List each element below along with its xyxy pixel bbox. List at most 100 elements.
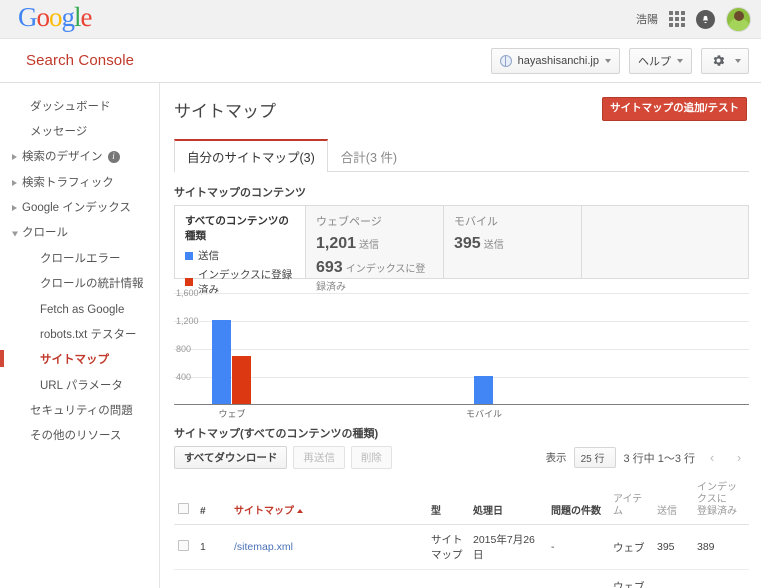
- legend-title: すべてのコンテンツの種類: [185, 215, 289, 242]
- chart-x-tick-0: ウェブ: [218, 409, 246, 419]
- row-sitemap-link[interactable]: /sitemap_m.xml: [230, 569, 427, 588]
- column-header-label: #: [200, 506, 206, 517]
- google-logo[interactable]: Google: [18, 4, 92, 34]
- row-number-text: 1: [200, 541, 206, 553]
- page-brand[interactable]: Search Console: [26, 52, 134, 69]
- row-issues: -: [547, 569, 609, 588]
- summary-cell-head: モバイル: [454, 216, 498, 228]
- tab-0[interactable]: 自分のサイトマップ(3): [174, 139, 328, 172]
- sitemap-bar-chart: 400 800 1,200 1,600 ウェブ モバイル: [174, 288, 749, 419]
- row-date: 2015年7月26日: [469, 524, 547, 570]
- chart-gridline-2: [174, 321, 749, 322]
- google-logo-letter-2: o: [49, 2, 62, 32]
- chevron-down-icon[interactable]: [12, 231, 18, 237]
- row-indexed: 389: [693, 524, 749, 570]
- column-header-sitemap[interactable]: サイトマップ: [230, 477, 427, 525]
- column-header-label: 処理日: [473, 506, 503, 517]
- sidebar-item-label: robots.txt テスター: [40, 328, 137, 341]
- column-header-issues[interactable]: 問題の件数: [547, 477, 609, 525]
- column-header-date[interactable]: 処理日: [469, 477, 547, 525]
- table-head: # サイトマップ 型 処理日 問題の件数 アイテム 送信 インデックスに 登録済み: [174, 477, 749, 525]
- settings-button[interactable]: [701, 47, 749, 74]
- sidebar-item-0[interactable]: ダッシュボード: [0, 94, 159, 119]
- sidebar-item-6[interactable]: クロールエラー: [0, 246, 159, 271]
- column-header-label: 問題の件数: [551, 506, 601, 517]
- row-sitemap-link[interactable]: /sitemap.xml: [230, 524, 427, 570]
- chevron-down-icon: [735, 58, 741, 63]
- sidebar-item-label: サイトマップ: [40, 354, 109, 367]
- sidebar-item-3[interactable]: 検索トラフィック: [0, 170, 159, 195]
- active-indicator: [0, 349, 4, 367]
- sidebar-item-4[interactable]: Google インデックス: [0, 196, 159, 221]
- column-header-label: 送信: [657, 506, 677, 517]
- account-name: 浩陽: [636, 14, 658, 26]
- table-row[interactable]: 1/sitemap.xml サイトマップ 2015年7月26日 - ウェブ 395 389: [174, 524, 749, 570]
- sidebar: ダッシュボード メッセージ検索のデザイン i 検索トラフィック Google インデック…: [0, 83, 160, 588]
- column-header-sent[interactable]: 送信: [653, 477, 693, 525]
- row-checkbox-cell[interactable]: [174, 524, 196, 570]
- sidebar-item-11[interactable]: URL パラメータ: [0, 373, 159, 398]
- sidebar-item-10[interactable]: サイトマップ: [0, 348, 159, 373]
- sidebar-item-13[interactable]: その他のリソース: [0, 424, 159, 449]
- rows-per-page-select[interactable]: 25 行: [573, 447, 617, 468]
- avatar[interactable]: [726, 6, 751, 32]
- sort-ascending-icon[interactable]: [297, 509, 303, 513]
- pagination-range: 3 行中 1～3 行: [623, 452, 695, 465]
- delete-button[interactable]: 削除: [350, 446, 392, 469]
- sidebar-item-1[interactable]: メッセージ: [0, 119, 159, 144]
- chevron-right-icon[interactable]: ›: [729, 448, 749, 468]
- row-issues: -: [547, 524, 609, 570]
- download-all-button[interactable]: すべてダウンロード: [174, 446, 288, 469]
- summary-cell-submitted: 1,201 送信: [316, 235, 380, 252]
- column-header-type[interactable]: 型: [427, 477, 469, 525]
- select-all-checkbox[interactable]: [178, 503, 189, 514]
- summary-cell-empty: [582, 206, 748, 278]
- legend-swatch: [185, 278, 193, 286]
- sidebar-item-2[interactable]: 検索のデザイン i: [0, 145, 159, 170]
- chevron-left-icon[interactable]: ‹: [702, 448, 722, 468]
- column-header-label: サイトマップ: [234, 506, 294, 517]
- row-type: サイトマップ: [427, 524, 469, 570]
- info-icon[interactable]: i: [107, 150, 120, 163]
- sidebar-item-label: クロールの統計情報: [40, 278, 144, 291]
- sidebar-item-label: セキュリティの問題: [30, 405, 133, 417]
- sidebar-item-9[interactable]: robots.txt テスター: [0, 322, 159, 347]
- sidebar-item-8[interactable]: Fetch as Google: [0, 297, 159, 322]
- property-selector[interactable]: hayashisanchi.jp: [490, 47, 620, 74]
- column-header-items[interactable]: アイテム: [609, 477, 653, 525]
- row-checkbox[interactable]: [178, 540, 189, 551]
- sidebar-item-label: その他のリソース: [30, 430, 122, 443]
- tab-1[interactable]: 合計(3 件): [328, 139, 410, 172]
- sidebar-item-label: 検索のデザイン: [22, 151, 103, 164]
- property-label: hayashisanchi.jp: [517, 54, 599, 67]
- table-row[interactable]: 2/sitemap_m.xmlサイトマップ2015年7月30日-ウェブモバイル 3…: [174, 569, 749, 588]
- table-body: 1/sitemap.xmlサイトマップ2015年7月26日-ウェブ3953892…: [174, 524, 749, 588]
- row-date: 2015年7月30日: [469, 569, 547, 588]
- summary-cell-submitted: 395 送信: [454, 235, 504, 252]
- bell-icon[interactable]: [696, 9, 715, 29]
- row-sitemap-link-text: /sitemap.xml: [234, 541, 293, 553]
- summary-cell-1: モバイル 395 送信: [444, 206, 582, 278]
- sidebar-item-12[interactable]: セキュリティの問題: [0, 399, 159, 424]
- sidebar-item-5[interactable]: クロール: [0, 221, 159, 246]
- row-number: 2: [196, 569, 230, 588]
- chart-bar-1-0: [474, 376, 493, 404]
- column-header-indexed[interactable]: インデックスに 登録済み: [693, 477, 749, 525]
- display-label: 表示: [545, 452, 567, 464]
- column-header-cb[interactable]: [174, 477, 196, 525]
- chevron-right-icon[interactable]: [12, 154, 17, 161]
- row-items-line-0: ウェブ: [613, 541, 645, 554]
- add-sitemap-button[interactable]: サイトマップの追加/テスト: [602, 97, 747, 121]
- chevron-right-icon[interactable]: [12, 205, 17, 212]
- sidebar-item-7[interactable]: クロールの統計情報: [0, 272, 159, 297]
- main-content: サイトマップの追加/テスト サイトマップ 自分のサイトマップ(3) 合計(3 件)…: [160, 83, 761, 588]
- chevron-right-icon[interactable]: [12, 179, 17, 186]
- google-bar-right: 浩陽: [636, 6, 751, 32]
- help-button[interactable]: ヘルプ: [629, 47, 692, 74]
- chevron-down-icon: [677, 58, 683, 63]
- row-checkbox-cell[interactable]: [174, 569, 196, 588]
- resubmit-button[interactable]: 再送信: [293, 446, 345, 469]
- apps-grid-icon[interactable]: [669, 11, 685, 27]
- row-items: ウェブ: [609, 524, 653, 570]
- column-header-num[interactable]: #: [196, 477, 230, 525]
